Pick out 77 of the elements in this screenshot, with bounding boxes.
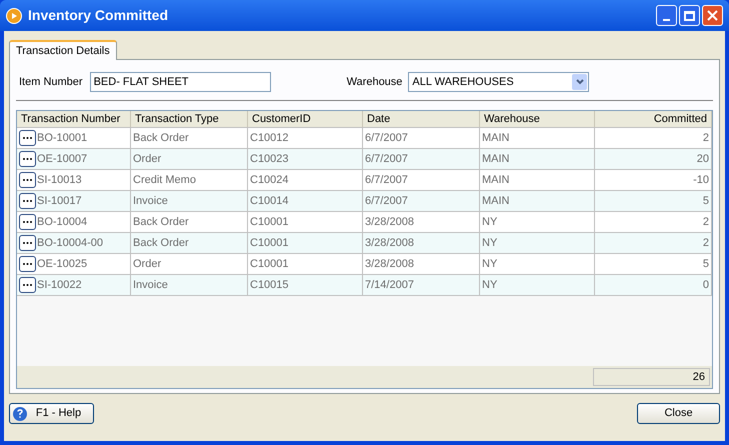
- table-cell-text: -10: [693, 172, 709, 188]
- table-cell-text: C10023: [250, 152, 289, 167]
- table-cell-text: MAIN: [482, 152, 510, 167]
- total-cell: 26: [593, 368, 710, 386]
- table-cell-text: MAIN: [482, 194, 510, 209]
- details-button[interactable]: [19, 130, 36, 146]
- table-cell-text: Credit Memo: [133, 172, 196, 188]
- table-cell-text: C10001: [250, 214, 289, 230]
- column-header[interactable]: Transaction Type: [131, 111, 248, 127]
- table-cell-text: Back Order: [133, 130, 189, 146]
- details-button[interactable]: [19, 151, 36, 167]
- window-title: Inventory Committed: [28, 6, 168, 25]
- warehouse-dropdown[interactable]: ALL WAREHOUSES: [408, 72, 590, 92]
- table-cell-text: C10015: [250, 278, 289, 293]
- field-label: Warehouse: [346, 74, 402, 90]
- table-cell-text: 6/7/2007: [365, 172, 408, 188]
- maximize-button[interactable]: [679, 5, 700, 26]
- details-button[interactable]: [19, 172, 36, 188]
- table-cell-text: Invoice: [133, 278, 168, 293]
- table-cell-text: 3/28/2008: [365, 236, 414, 251]
- table-cell-text: C10014: [250, 194, 289, 209]
- table-cell-text: 6/7/2007: [365, 194, 408, 209]
- table-cell-text: BO-10004-00: [37, 236, 104, 251]
- table-cell-text: 6/7/2007: [365, 152, 408, 167]
- table-cell-text: SI-10017: [37, 194, 82, 209]
- table-cell-text: C10001: [250, 236, 289, 251]
- table-cell-text: 7/14/2007: [365, 278, 414, 293]
- table-cell-text: MAIN: [482, 130, 510, 146]
- tab[interactable]: Transaction Details: [9, 40, 117, 60]
- column-header[interactable]: Committed: [595, 111, 712, 127]
- table-cell-text: OE-10025: [37, 256, 88, 272]
- table-cell-text: NY: [482, 256, 498, 272]
- table-cell-text: 2: [702, 236, 709, 251]
- column-header[interactable]: Date: [363, 111, 480, 127]
- table-cell-text: SI-10022: [37, 278, 82, 293]
- table-cell-text: BO-10004: [37, 214, 88, 230]
- table-cell-text: Order: [133, 256, 162, 272]
- close-button[interactable]: [702, 5, 723, 26]
- column-header[interactable]: CustomerID: [248, 111, 363, 127]
- field-label: Item Number: [19, 74, 83, 90]
- table-cell-text: 20: [696, 152, 709, 167]
- table-cell-text: BO-10001: [37, 130, 88, 146]
- table-cell-text: NY: [482, 214, 498, 230]
- help-icon: [13, 406, 27, 420]
- table-cell-text: NY: [482, 278, 498, 293]
- table-cell-text: C10024: [250, 172, 289, 188]
- details-button[interactable]: [19, 214, 36, 230]
- close-x-icon: [707, 10, 718, 21]
- table-cell-text: Back Order: [133, 236, 189, 251]
- table-cell-text: C10012: [250, 130, 289, 146]
- table-cell-text: OE-10007: [37, 152, 88, 167]
- table-cell-text: 0: [702, 278, 709, 293]
- details-button[interactable]: [19, 277, 36, 293]
- table-cell-text: MAIN: [482, 172, 510, 188]
- column-header[interactable]: Transaction Number: [17, 111, 131, 127]
- column-header[interactable]: Warehouse: [480, 111, 595, 127]
- table-cell-text: 2: [702, 130, 709, 146]
- item-number-field[interactable]: BED- FLAT SHEET: [90, 72, 271, 92]
- details-button[interactable]: [19, 193, 36, 209]
- table-cell-text: 2: [702, 214, 709, 230]
- table-cell-text: SI-10013: [37, 172, 82, 188]
- details-button[interactable]: [19, 235, 36, 251]
- minimize-button[interactable]: [656, 5, 677, 26]
- table-cell-text: Invoice: [133, 194, 168, 209]
- table-cell-text: Back Order: [133, 214, 189, 230]
- table-cell-text: 5: [702, 256, 709, 272]
- table-cell-text: 3/28/2008: [365, 214, 414, 230]
- app-icon: [6, 8, 22, 24]
- details-button[interactable]: [19, 256, 36, 272]
- table-cell-text: NY: [482, 236, 498, 251]
- table-cell-text: 3/28/2008: [365, 256, 414, 272]
- close-dialog-button[interactable]: Close: [637, 403, 720, 424]
- help-button[interactable]: F1 - Help: [9, 403, 94, 424]
- table-cell-text: 6/7/2007: [365, 130, 408, 146]
- table-cell-text: Order: [133, 152, 162, 167]
- table-cell-text: C10001: [250, 256, 289, 272]
- table-cell-text: 5: [702, 194, 709, 209]
